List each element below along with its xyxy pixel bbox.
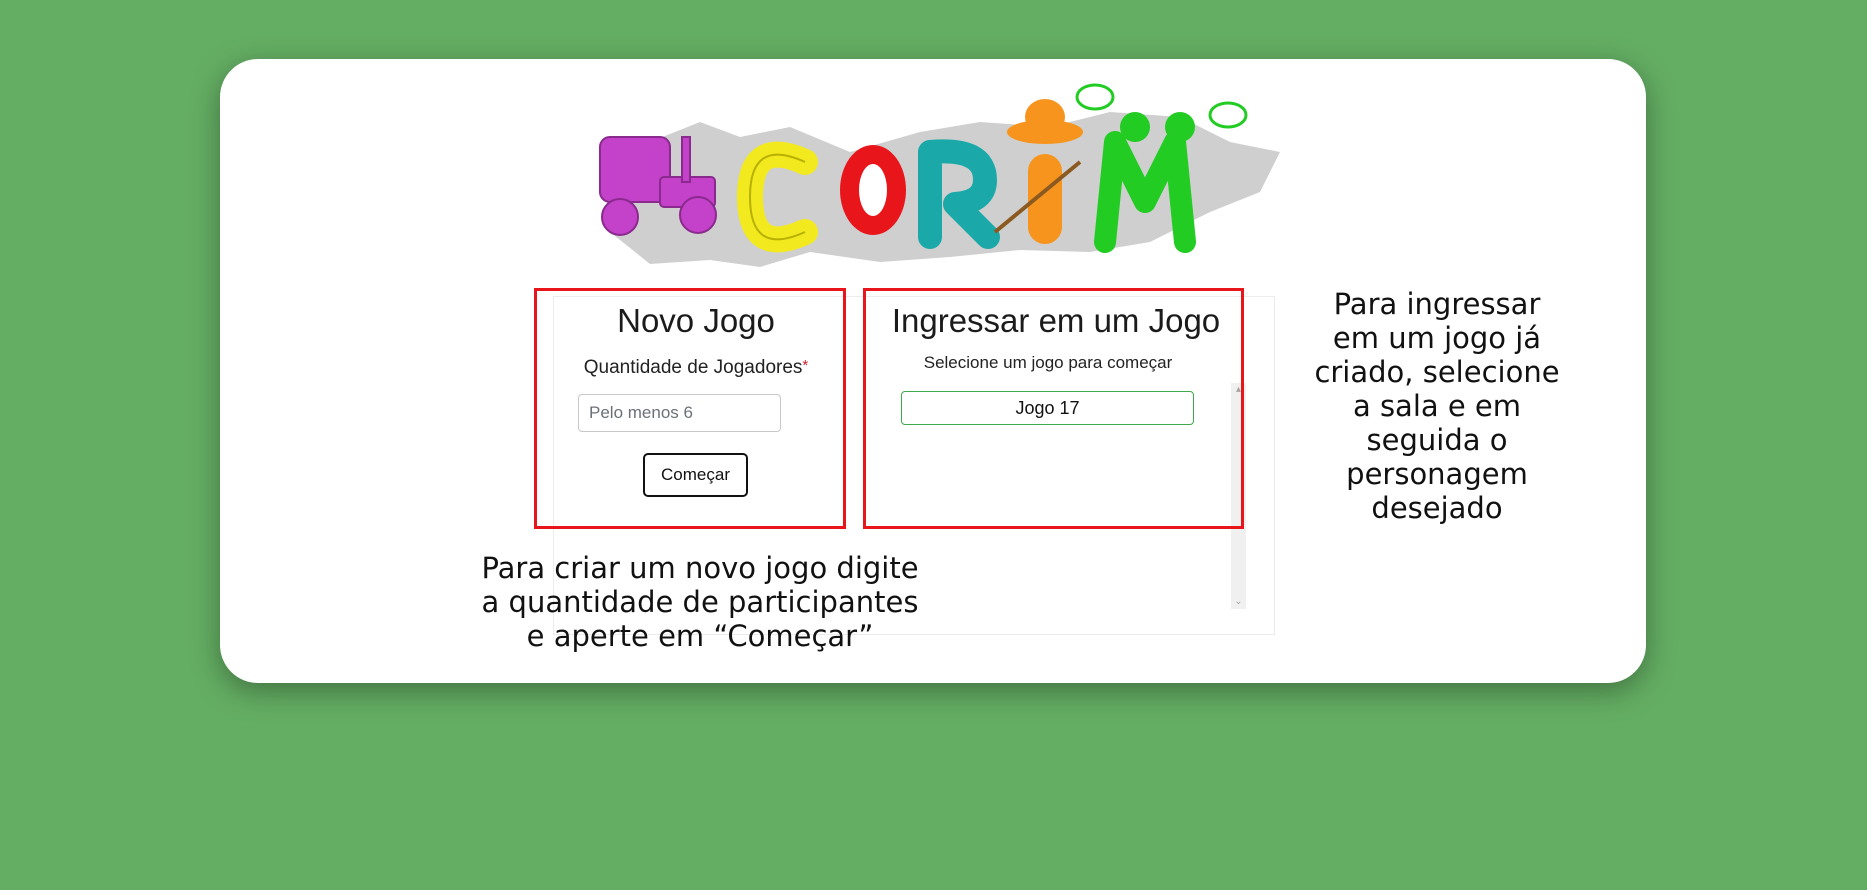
letter-r-icon (918, 139, 1000, 249)
annotation-line: personagem (1346, 457, 1528, 491)
annotation-line: seguida o (1366, 423, 1508, 457)
join-game-annotation: Para ingressar em um jogo já criado, sel… (1290, 287, 1584, 525)
speech-bubble-icon (1075, 83, 1115, 111)
annotation-line: Para criar um novo jogo digite (481, 551, 919, 585)
corim-logo (599, 83, 1280, 267)
scroll-down-icon[interactable]: ⌄ (1231, 595, 1246, 609)
annotation-line: a quantidade de participantes (481, 585, 919, 619)
create-game-annotation: Para criar um novo jogo digite a quantid… (435, 551, 965, 653)
highlight-novo-jogo (534, 288, 846, 529)
speech-bubble-icon (1208, 101, 1248, 129)
annotation-line: a sala e em (1352, 389, 1522, 423)
highlight-ingressar (863, 288, 1244, 529)
annotation-line: em um jogo já (1332, 321, 1542, 355)
annotation-line: criado, selecione (1314, 355, 1560, 389)
annotation-line: e aperte em “Começar” (526, 619, 874, 653)
annotation-line: Para ingressar (1333, 287, 1541, 321)
annotation-line: desejado (1371, 491, 1503, 525)
